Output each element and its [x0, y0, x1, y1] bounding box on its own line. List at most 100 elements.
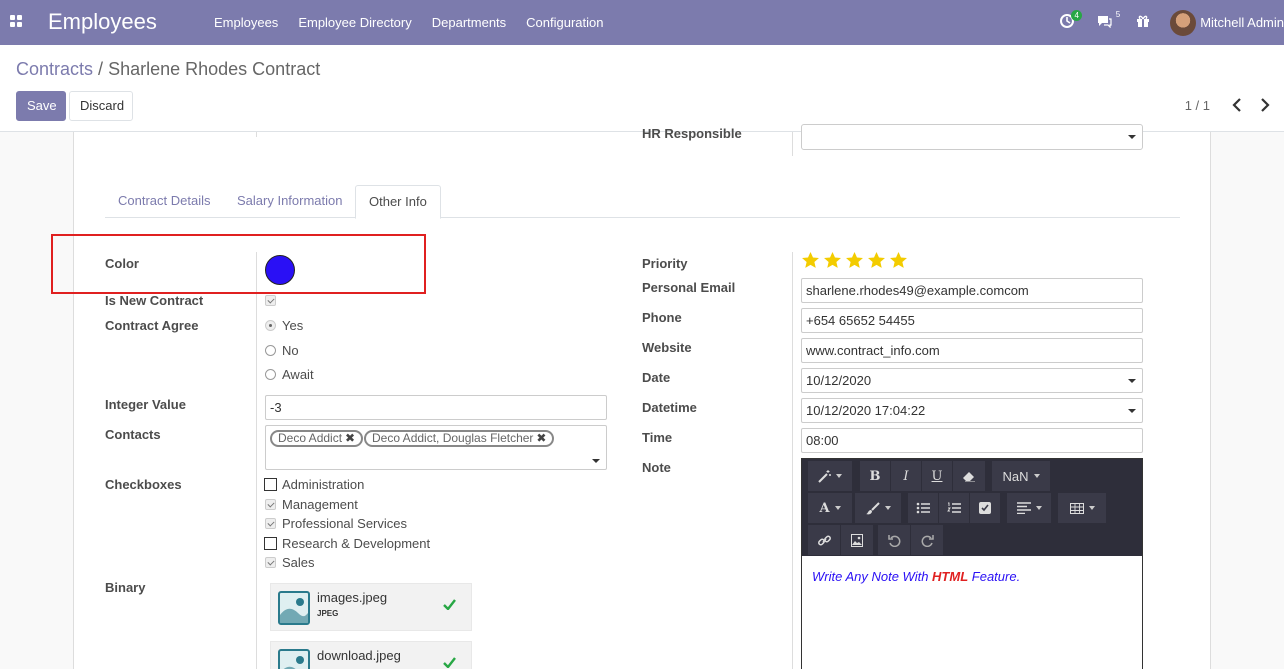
- attachment-item[interactable]: images.jpeg JPEG: [270, 583, 472, 631]
- bulleted-list-button[interactable]: [908, 493, 938, 523]
- contact-tag[interactable]: Deco Addict ✖: [270, 430, 364, 447]
- check-icon: [443, 598, 456, 613]
- binary-label: Binary: [105, 580, 146, 595]
- font-color-icon: A: [819, 500, 830, 516]
- font-color-button[interactable]: A: [808, 493, 852, 523]
- star-icon[interactable]: [867, 251, 886, 270]
- message-count-badge: 5: [1115, 10, 1121, 19]
- tab-salary-information[interactable]: Salary Information: [224, 185, 356, 218]
- checkbox-administration[interactable]: [264, 478, 277, 491]
- app-title: Employees: [48, 9, 157, 34]
- highlight-box: [51, 234, 426, 294]
- contact-tag[interactable]: Deco Addict, Douglas Fletcher ✖: [364, 430, 555, 447]
- tab-contract-details[interactable]: Contract Details: [105, 185, 223, 218]
- table-icon: [1069, 502, 1084, 514]
- user-name[interactable]: Mitchell Admin: [1200, 15, 1284, 30]
- save-button[interactable]: Save: [16, 91, 66, 121]
- radio-no[interactable]: [265, 345, 276, 356]
- is-new-contract-checkbox[interactable]: [265, 295, 276, 306]
- user-avatar[interactable]: [1170, 9, 1197, 36]
- main-menu: Employees Employee Directory Departments…: [214, 15, 604, 30]
- chevron-down-icon[interactable]: [592, 459, 600, 463]
- hr-responsible-select[interactable]: [801, 124, 1143, 150]
- breadcrumb-contracts-link[interactable]: Contracts: [16, 59, 93, 79]
- attachment-item[interactable]: download.jpeg: [270, 641, 472, 669]
- menu-item-configuration[interactable]: Configuration: [526, 15, 603, 30]
- personal-email-input[interactable]: sharlene.rhodes49@example.comcom: [801, 278, 1143, 303]
- checkboxes-label: Checkboxes: [105, 477, 182, 492]
- checkbox-professional-services[interactable]: [265, 518, 276, 529]
- pager-value[interactable]: 1 / 1: [1185, 98, 1210, 113]
- activity-icon[interactable]: 4: [1060, 10, 1083, 31]
- phone-input[interactable]: +654 65652 54455: [801, 308, 1143, 333]
- underline-button[interactable]: U: [922, 461, 952, 491]
- star-icon[interactable]: [845, 251, 864, 270]
- checklist-button[interactable]: [970, 493, 1000, 523]
- style-magic-button[interactable]: [808, 461, 852, 491]
- tab-other-info[interactable]: Other Info: [355, 185, 441, 219]
- bold-button[interactable]: B: [860, 461, 890, 491]
- chevron-down-icon: [1128, 409, 1136, 413]
- pager-next-icon[interactable]: [1258, 97, 1272, 113]
- time-input[interactable]: 08:00: [801, 428, 1143, 453]
- paragraph-align-button[interactable]: [1007, 493, 1051, 523]
- redo-button[interactable]: [911, 525, 943, 555]
- table-button[interactable]: [1058, 493, 1106, 523]
- note-content[interactable]: Write Any Note With HTML Feature.: [812, 569, 1020, 584]
- magic-wand-icon: [818, 469, 831, 483]
- top-navbar: Employees Employees Employee Directory D…: [0, 0, 1284, 45]
- activity-count-badge: 4: [1071, 10, 1083, 21]
- column-divider: [256, 132, 257, 137]
- is-new-contract-label: Is New Contract: [105, 293, 204, 308]
- menu-item-employee-directory[interactable]: Employee Directory: [298, 15, 411, 30]
- pager-previous-icon[interactable]: [1230, 97, 1244, 113]
- highlight-color-button[interactable]: [855, 493, 901, 523]
- checkbox-management[interactable]: [265, 499, 276, 510]
- radio-yes[interactable]: [265, 320, 276, 331]
- remove-tag-icon[interactable]: ✖: [536, 431, 546, 445]
- eraser-icon: [963, 472, 975, 482]
- italic-button[interactable]: I: [891, 461, 921, 491]
- brush-icon: [865, 501, 880, 514]
- attachment-name[interactable]: images.jpeg: [317, 590, 387, 605]
- discard-button[interactable]: Discard: [69, 91, 133, 121]
- image-file-icon: [278, 591, 310, 625]
- note-text-suffix: Feature.: [968, 569, 1021, 584]
- undo-icon: [887, 534, 900, 547]
- apps-menu-icon[interactable]: [10, 15, 23, 28]
- priority-stars[interactable]: [801, 251, 908, 270]
- control-panel: Contracts / Sharlene Rhodes Contract Sav…: [0, 45, 1284, 132]
- numbered-list-button[interactable]: [939, 493, 969, 523]
- star-icon[interactable]: [823, 251, 842, 270]
- image-button[interactable]: [841, 525, 873, 555]
- font-size-dropdown[interactable]: NaN: [992, 461, 1050, 491]
- eraser-button[interactable]: [953, 461, 985, 491]
- bullet-list-icon: [916, 502, 930, 514]
- attachment-name[interactable]: download.jpeg: [317, 648, 401, 663]
- website-input[interactable]: www.contract_info.com: [801, 338, 1143, 363]
- date-input[interactable]: 10/12/2020: [801, 368, 1143, 393]
- personal-email-label: Personal Email: [642, 280, 736, 295]
- undo-button[interactable]: [878, 525, 910, 555]
- datetime-input[interactable]: 10/12/2020 17:04:22: [801, 398, 1143, 423]
- notebook-tabs: Contract Details Salary Information Othe…: [105, 185, 1180, 219]
- star-icon[interactable]: [889, 251, 908, 270]
- gift-icon[interactable]: [1136, 14, 1150, 31]
- menu-item-employees[interactable]: Employees: [214, 15, 278, 30]
- image-file-icon: [278, 649, 310, 669]
- messages-icon[interactable]: 5: [1096, 10, 1120, 31]
- link-icon: [817, 535, 831, 545]
- contacts-tags-field[interactable]: Deco Addict ✖ Deco Addict, Douglas Fletch…: [265, 425, 607, 470]
- font-size-value: NaN: [1002, 468, 1029, 484]
- menu-item-departments[interactable]: Departments: [432, 15, 506, 30]
- note-html-editor[interactable]: B I U NaN A Write Any Note With HTML Fea…: [801, 458, 1143, 669]
- radio-await[interactable]: [265, 369, 276, 380]
- checkbox-research-development[interactable]: [264, 537, 277, 550]
- checkbox-sales[interactable]: [265, 557, 276, 568]
- link-button[interactable]: [808, 525, 840, 555]
- left-column-divider: [256, 252, 257, 669]
- remove-tag-icon[interactable]: ✖: [345, 431, 355, 445]
- phone-label: Phone: [642, 310, 682, 325]
- integer-value-input[interactable]: -3: [265, 395, 607, 420]
- star-icon[interactable]: [801, 251, 820, 270]
